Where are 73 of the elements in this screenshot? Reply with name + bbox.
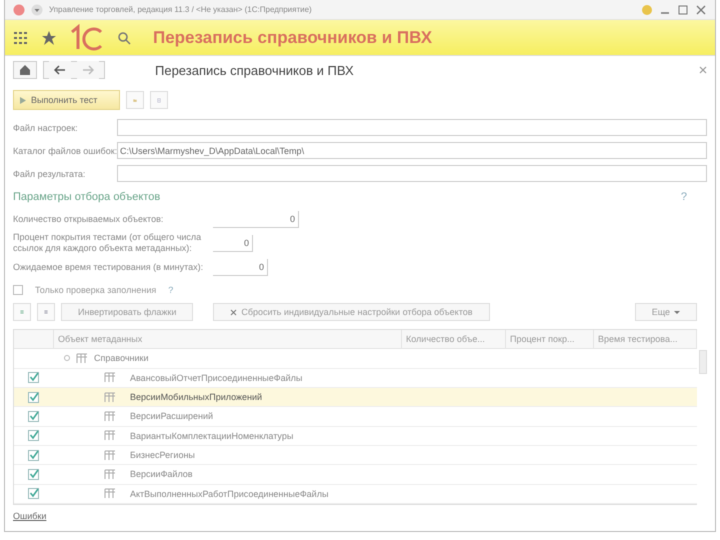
errors-link[interactable]: Ошибки (13, 511, 46, 521)
input-field[interactable]: C:\Users\Marmyshev_D\AppData\Local\Temp\ (117, 142, 707, 159)
uncheck-all-button[interactable] (37, 303, 55, 321)
field-label: Ожидаемое время тестирования (в минутах): (13, 262, 204, 272)
reset-button[interactable]: Сбросить индивидуальные настройки отбора объектов (213, 303, 490, 321)
logo-icon (69, 24, 105, 52)
cross-icon (230, 308, 238, 316)
search-icon[interactable] (117, 30, 131, 44)
checkbox[interactable] (28, 468, 40, 480)
checkbox-label: Только проверка заполнения (35, 285, 156, 295)
field-label: Каталог файлов ошибок: (13, 146, 117, 156)
group-name: Справочники (94, 353, 149, 364)
input-field[interactable] (117, 119, 707, 136)
number-field[interactable]: 0 (213, 234, 253, 252)
table-icon (104, 450, 116, 461)
column-header[interactable]: Процент покр... (506, 330, 594, 348)
table-cell[interactable]: ВерсииРасширений (130, 411, 214, 422)
table-cell[interactable]: БизнесРегионы (130, 450, 195, 460)
window-title: Управление торговлей, редакция 11.3 / <Не указан> (1С:Предприятие) (49, 5, 313, 14)
checkbox[interactable] (28, 372, 40, 384)
column-header[interactable]: Объект метаданных (54, 330, 402, 348)
table-icon (104, 372, 116, 384)
field-label: Файл настроек: (13, 122, 79, 132)
menu-icon[interactable] (13, 30, 29, 46)
field-label: Количество открываемых объектов: (13, 214, 164, 224)
number-field[interactable]: 0 (213, 258, 268, 276)
forward-arrow-icon (82, 64, 94, 76)
table-icon (104, 488, 116, 500)
open-settings-button[interactable] (126, 91, 144, 109)
table-cell[interactable]: АктВыполненныхРаботПрисоединенныеФайлы (130, 488, 328, 499)
check-all-button[interactable] (13, 303, 31, 321)
close-icon[interactable] (699, 66, 707, 74)
star-icon[interactable] (41, 30, 57, 46)
home-icon (19, 64, 31, 76)
play-icon (20, 96, 26, 104)
table-cell[interactable]: ВерсииФайлов (130, 469, 193, 480)
section-title: Параметры отбора объектов (13, 191, 160, 203)
scrollbar-thumb[interactable] (699, 350, 707, 374)
run-test-button[interactable]: Выполнить тест (13, 90, 120, 110)
close-icon[interactable] (695, 4, 707, 16)
table-icon (76, 352, 88, 364)
save-settings-button[interactable] (150, 91, 168, 109)
help-icon[interactable]: ? (168, 285, 174, 295)
checkbox[interactable] (28, 430, 40, 442)
number-field[interactable]: 0 (213, 210, 299, 228)
table-icon (104, 468, 116, 480)
table-cell[interactable]: ВариантыКомплектацииНоменклатуры (130, 430, 294, 441)
home-button[interactable] (13, 61, 37, 79)
maximize-icon[interactable] (677, 4, 689, 16)
collapse-icon[interactable] (64, 355, 70, 362)
table-icon (104, 392, 116, 403)
banner-title: Перезапись справочников и ПВХ (153, 28, 432, 48)
checkbox[interactable] (13, 285, 23, 295)
table-icon (104, 430, 116, 442)
column-header[interactable]: Время тестирова... (594, 330, 697, 348)
column-header[interactable]: Количество объе... (402, 330, 506, 348)
table-cell[interactable]: ВерсииМобильныхПриложений (130, 392, 262, 402)
more-button[interactable]: Еще (634, 303, 697, 321)
caret-icon (674, 310, 680, 314)
checkbox[interactable] (28, 410, 40, 422)
input-field[interactable] (117, 165, 707, 182)
field-label: Файл результата: (13, 168, 86, 178)
field-label: Процент покрытия тестами (от общего числа ссылок для каждого объекта метаданных): (13, 232, 202, 254)
checkbox[interactable] (28, 450, 40, 461)
checkbox[interactable] (28, 392, 40, 403)
invert-button[interactable]: Инвертировать флажки (61, 303, 194, 321)
table-icon (104, 410, 116, 422)
help-icon[interactable]: ? (680, 191, 687, 203)
form-title: Перезапись справочников и ПВХ (155, 62, 355, 78)
table-cell[interactable]: АвансовыйОтчетПрисоединенныеФайлы (130, 372, 302, 383)
dropdown-icon (31, 4, 43, 16)
back-arrow-icon (54, 64, 66, 76)
checkbox[interactable] (28, 488, 40, 500)
